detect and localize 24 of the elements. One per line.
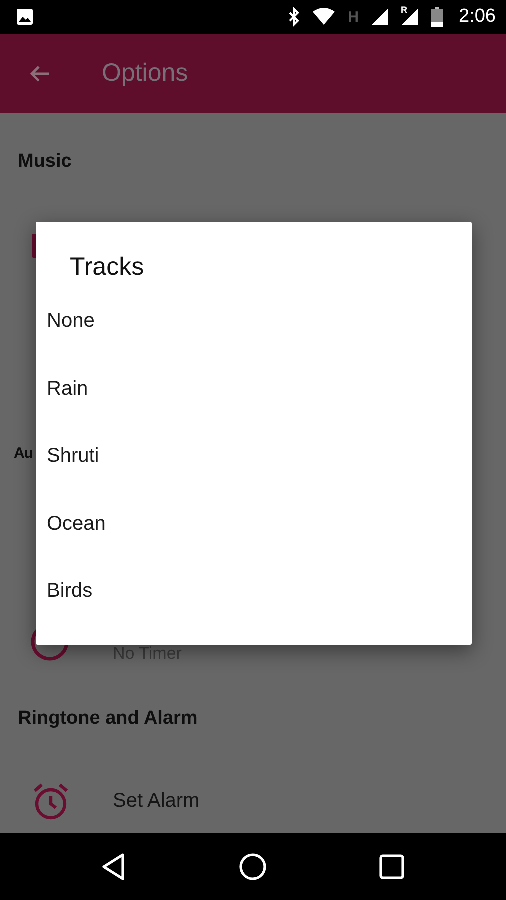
track-option[interactable]: None bbox=[36, 309, 472, 376]
image-icon bbox=[16, 8, 34, 26]
roaming-label: R bbox=[401, 5, 408, 15]
alarm-setting: Set Alarm bbox=[113, 790, 200, 813]
section-header: Music bbox=[18, 151, 72, 173]
track-option[interactable]: Shruti bbox=[36, 444, 472, 512]
section-header: Ringtone and Alarm bbox=[18, 708, 198, 730]
track-option[interactable]: Ocean bbox=[36, 512, 472, 579]
screen-title: Options bbox=[102, 59, 188, 88]
home-icon[interactable] bbox=[239, 852, 267, 880]
track-option[interactable]: Rain bbox=[36, 376, 472, 444]
back-icon[interactable] bbox=[101, 852, 127, 880]
signal-icon bbox=[371, 8, 390, 26]
dialog-title: Tracks bbox=[69, 252, 146, 283]
wifi-icon bbox=[312, 8, 336, 26]
recents-icon[interactable] bbox=[379, 854, 405, 880]
section-header: Au bbox=[14, 444, 33, 462]
alarm-clock-icon bbox=[32, 782, 70, 820]
signal-icon bbox=[401, 8, 420, 26]
clock-time: 2:06 bbox=[459, 6, 496, 28]
network-type: H bbox=[348, 8, 360, 26]
battery-icon bbox=[431, 7, 444, 27]
bluetooth-icon bbox=[288, 7, 300, 27]
track-option[interactable]: Birds bbox=[36, 579, 472, 646]
